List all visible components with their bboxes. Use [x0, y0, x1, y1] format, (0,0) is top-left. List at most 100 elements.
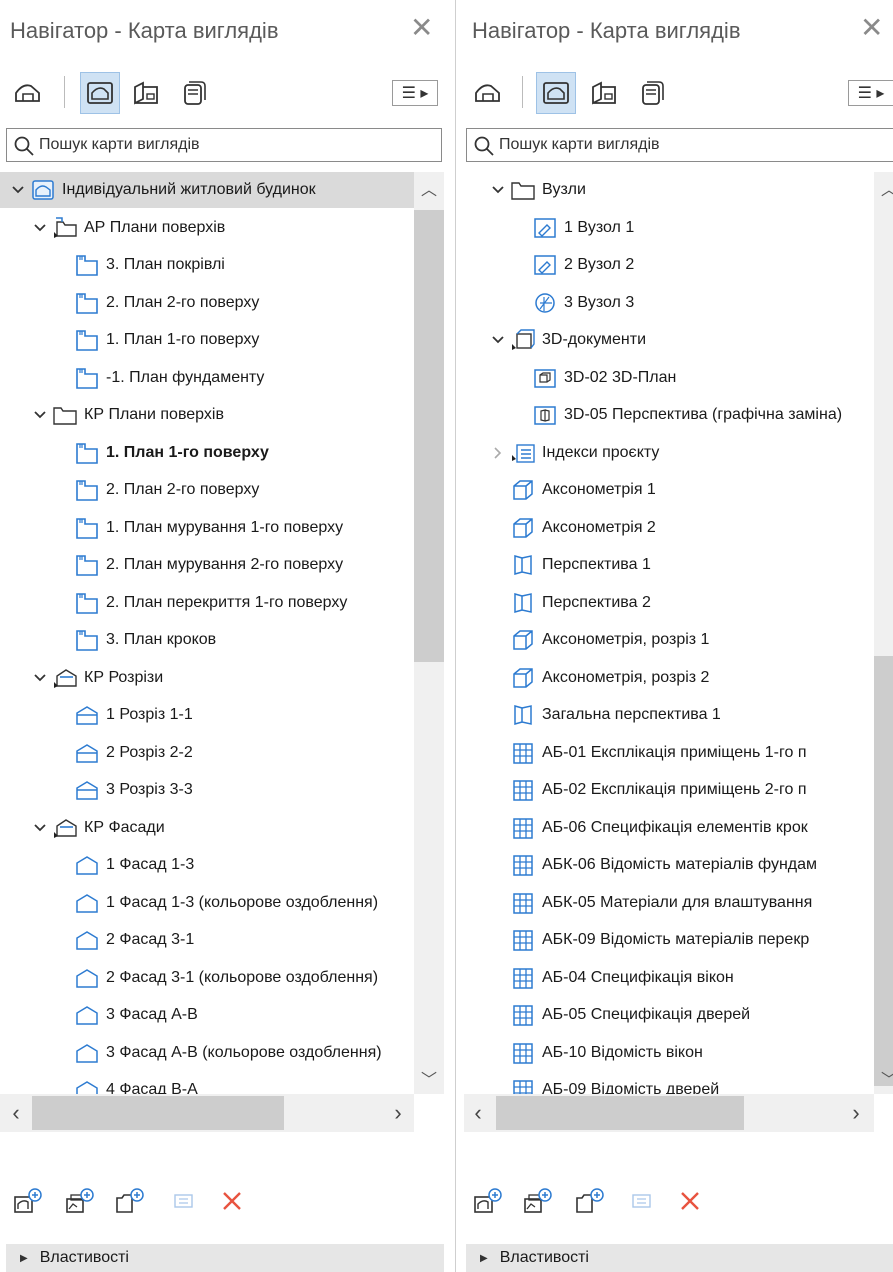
tree-row[interactable]: 1. План 1-го поверху	[0, 435, 414, 471]
tree-row[interactable]: 1. План мурування 1-го поверху	[0, 510, 414, 546]
scroll-up-icon[interactable]: ︿	[874, 176, 893, 200]
tree-row[interactable]: 1. План 1-го поверху	[0, 322, 414, 358]
tree-row[interactable]: 3 Розріз 3-3	[0, 772, 414, 808]
layout-book-icon[interactable]	[584, 72, 624, 114]
tree-row[interactable]: 3D-02 3D-План	[460, 360, 874, 396]
tree-row[interactable]: 2. План 2-го поверху	[0, 285, 414, 321]
new-view-icon[interactable]	[10, 1186, 46, 1216]
tree-row[interactable]: АБ-04 Специфікація вікон	[460, 960, 874, 996]
scroll-thumb[interactable]	[874, 656, 893, 1086]
properties-section[interactable]: ▶ Властивості	[6, 1244, 444, 1272]
tree-row[interactable]: 2. План перекриття 1-го поверху	[0, 585, 414, 621]
tree-row[interactable]: Перспектива 2	[460, 585, 874, 621]
tree-row[interactable]: 3. План кроков	[0, 622, 414, 658]
chevron-down-icon[interactable]	[490, 332, 506, 348]
vertical-scrollbar[interactable]: ︿ ﹀	[874, 172, 893, 1094]
search-input[interactable]	[37, 135, 341, 155]
tree-row[interactable]: 2. План 2-го поверху	[0, 472, 414, 508]
tree-row[interactable]: 2 Вузол 2	[460, 247, 874, 283]
tree-row[interactable]: АБ-02 Експлікація приміщень 2-го п	[460, 772, 874, 808]
scroll-up-icon[interactable]: ︿	[414, 176, 444, 200]
publisher-sets-icon[interactable]	[174, 72, 214, 114]
tree-row[interactable]: Аксонометрія, розріз 1	[460, 622, 874, 658]
project-map-icon[interactable]	[468, 72, 508, 114]
scroll-thumb[interactable]	[496, 1096, 744, 1130]
tree-row[interactable]: КР Плани поверхів	[0, 397, 414, 433]
scroll-down-icon[interactable]: ﹀	[414, 1066, 444, 1090]
tree-row[interactable]: 2 Фасад 3-1	[0, 922, 414, 958]
tree-row[interactable]: 3D-05 Перспектива (графічна заміна)	[460, 397, 874, 433]
tree-row[interactable]: 3 Фасад А-В	[0, 997, 414, 1033]
search-input[interactable]	[497, 135, 801, 155]
tree-row[interactable]: Перспектива 1	[460, 547, 874, 583]
horizontal-scrollbar[interactable]: ‹ ›	[464, 1094, 874, 1132]
tree-row[interactable]: АБ-06 Специфікація елементів крок	[460, 810, 874, 846]
scroll-right-icon[interactable]: ›	[844, 1100, 868, 1126]
search-box[interactable]	[6, 128, 442, 162]
search-box[interactable]	[466, 128, 893, 162]
panel-menu-button[interactable]: ☰ ▸	[392, 80, 438, 106]
tree-row[interactable]: АБК-06 Відомість матеріалів фундам	[460, 847, 874, 883]
tree-row[interactable]: 3D-документи	[460, 322, 874, 358]
vertical-scrollbar[interactable]: ︿ ﹀	[414, 172, 444, 1094]
tree-row[interactable]: 3 Фасад А-В (кольорове оздоблення)	[0, 1035, 414, 1071]
panel-menu-button[interactable]: ☰ ▸	[848, 80, 893, 106]
settings-list-icon[interactable]	[166, 1186, 202, 1216]
scroll-down-icon[interactable]: ﹀	[874, 1066, 893, 1090]
tree-row[interactable]: АР Плани поверхів	[0, 210, 414, 246]
chevron-down-icon[interactable]	[32, 407, 48, 423]
tree-row[interactable]: 1 Розріз 1-1	[0, 697, 414, 733]
scroll-thumb[interactable]	[414, 210, 444, 662]
tree-row[interactable]: 1 Вузол 1	[460, 210, 874, 246]
delete-icon[interactable]	[672, 1186, 708, 1216]
tree-row[interactable]: Загальна перспектива 1	[460, 697, 874, 733]
horizontal-scrollbar[interactable]: ‹ ›	[0, 1094, 414, 1132]
scroll-left-icon[interactable]: ‹	[466, 1100, 490, 1126]
tree-row[interactable]: АБ-05 Специфікація дверей	[460, 997, 874, 1033]
new-folder-icon[interactable]	[112, 1186, 148, 1216]
tree-row[interactable]: -1. План фундаменту	[0, 360, 414, 396]
tree-row[interactable]: Аксонометрія, розріз 2	[460, 660, 874, 696]
tree-row[interactable]: КР Фасади	[0, 810, 414, 846]
project-map-icon[interactable]	[8, 72, 48, 114]
tree-row[interactable]: 4 Фасад В-А	[0, 1072, 414, 1094]
new-folder-icon[interactable]	[572, 1186, 608, 1216]
clone-view-icon[interactable]	[520, 1186, 556, 1216]
tree-row[interactable]: АБК-09 Відомість матеріалів перекр	[460, 922, 874, 958]
tree-row[interactable]: Аксонометрія 2	[460, 510, 874, 546]
tree-row[interactable]: АБК-05 Матеріали для влаштування	[460, 885, 874, 921]
tree-row[interactable]: АБ-10 Відомість вікон	[460, 1035, 874, 1071]
chevron-down-icon[interactable]	[32, 670, 48, 686]
tree-row[interactable]: 2 Розріз 2-2	[0, 735, 414, 771]
tree-row[interactable]: Вузли	[460, 172, 874, 208]
view-map-icon[interactable]	[536, 72, 576, 114]
tree-row[interactable]: Аксонометрія 1	[460, 472, 874, 508]
tree-row[interactable]: 2 Фасад 3-1 (кольорове оздоблення)	[0, 960, 414, 996]
publisher-sets-icon[interactable]	[632, 72, 672, 114]
clone-view-icon[interactable]	[62, 1186, 98, 1216]
chevron-down-icon[interactable]	[490, 182, 506, 198]
chevron-down-icon[interactable]	[32, 820, 48, 836]
tree-row[interactable]: 1 Фасад 1-3	[0, 847, 414, 883]
chevron-down-icon[interactable]	[10, 182, 26, 198]
scroll-right-icon[interactable]: ›	[386, 1100, 410, 1126]
tree-row[interactable]: 2. План мурування 2-го поверху	[0, 547, 414, 583]
new-view-icon[interactable]	[470, 1186, 506, 1216]
view-map-icon[interactable]	[80, 72, 120, 114]
tree-row[interactable]: АБ-09 Відомість дверей	[460, 1072, 874, 1094]
tree-row[interactable]: 3 Вузол 3	[460, 285, 874, 321]
chevron-right-icon[interactable]	[490, 445, 506, 461]
tree-row[interactable]: 1 Фасад 1-3 (кольорове оздоблення)	[0, 885, 414, 921]
close-icon[interactable]: ✕	[860, 14, 883, 42]
tree-row[interactable]: АБ-01 Експлікація приміщень 1-го п	[460, 735, 874, 771]
tree-row[interactable]: КР Розрізи	[0, 660, 414, 696]
properties-section[interactable]: ▶ Властивості	[466, 1244, 893, 1272]
tree-row[interactable]: Індекси проєкту	[460, 435, 874, 471]
chevron-down-icon[interactable]	[32, 220, 48, 236]
tree-row[interactable]: 3. План покрівлі	[0, 247, 414, 283]
scroll-thumb[interactable]	[32, 1096, 284, 1130]
tree-row[interactable]: Індивідуальний житловий будинок	[0, 172, 414, 208]
delete-icon[interactable]	[214, 1186, 250, 1216]
layout-book-icon[interactable]	[126, 72, 166, 114]
settings-list-icon[interactable]	[624, 1186, 660, 1216]
